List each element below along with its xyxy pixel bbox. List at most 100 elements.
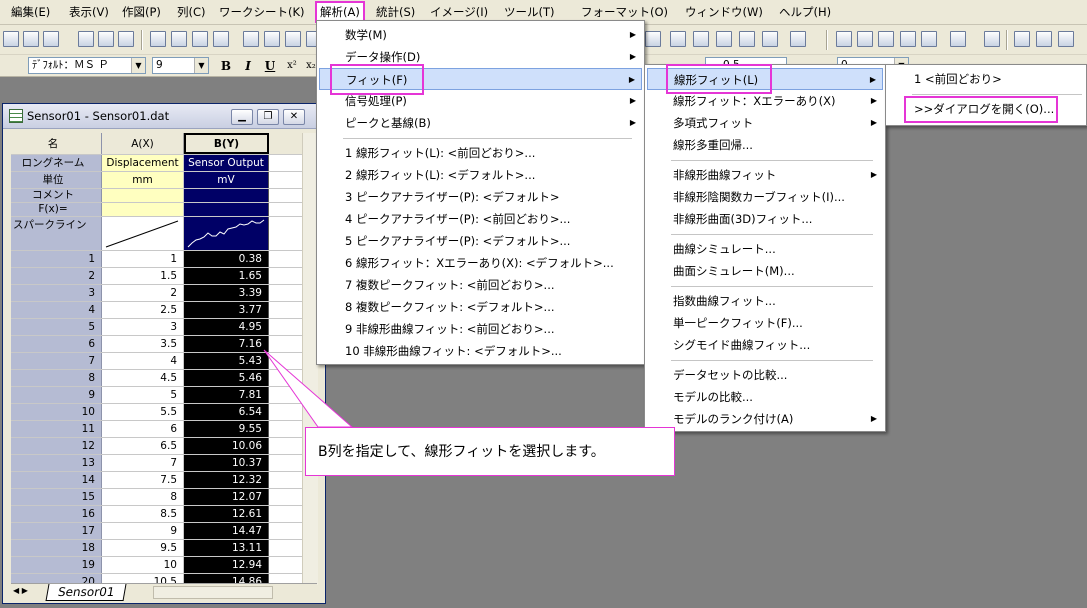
row-number[interactable]: 18 xyxy=(11,540,102,556)
cell-a[interactable]: 7.5 xyxy=(102,472,184,488)
fit-menu-item-5[interactable]: 非線形陰関数カーブフィット(I)... xyxy=(647,186,883,208)
cell-a[interactable]: 6 xyxy=(102,421,184,437)
cell-b[interactable]: 5.43 xyxy=(184,353,269,369)
fit-menu-item-9[interactable]: 指数曲線フィット... xyxy=(647,290,883,312)
menu-view[interactable]: 表示(V) xyxy=(66,2,112,22)
import-ascii-icon[interactable] xyxy=(264,31,280,47)
analysis-menu-item-5[interactable]: 1 線形フィット(L): <前回どおり>... xyxy=(319,142,642,164)
new-graph-icon[interactable] xyxy=(43,31,59,47)
cell-b[interactable]: 12.07 xyxy=(184,489,269,505)
new-worksheet-icon[interactable] xyxy=(23,31,39,47)
cell-a[interactable]: 1.5 xyxy=(102,268,184,284)
cell-b[interactable]: 6.54 xyxy=(184,404,269,420)
cell-a[interactable]: 3 xyxy=(102,319,184,335)
analysis-menu-item-11[interactable]: 7 複数ピークフィット: <前回どおり>... xyxy=(319,274,642,296)
cell-b[interactable]: 3.77 xyxy=(184,302,269,318)
superscript-button[interactable]: x² xyxy=(284,58,300,74)
analysis-menu-item-7[interactable]: 3 ピークアナライザー(P): <デフォルト> xyxy=(319,186,642,208)
row-number[interactable]: 6 xyxy=(11,336,102,352)
cell-b[interactable]: 10.06 xyxy=(184,438,269,454)
row-number[interactable]: 11 xyxy=(11,421,102,437)
cell-b[interactable]: 12.61 xyxy=(184,506,269,522)
cell-a[interactable]: 6.5 xyxy=(102,438,184,454)
menu-statistics[interactable]: 統計(S) xyxy=(373,2,418,22)
longname-b[interactable]: Sensor Output xyxy=(184,155,269,171)
new-project-icon[interactable] xyxy=(3,31,19,47)
cell-b[interactable]: 12.94 xyxy=(184,557,269,573)
code-builder-icon[interactable] xyxy=(762,31,778,47)
column-header-a[interactable]: A(X) xyxy=(102,133,184,154)
cell-a[interactable]: 7 xyxy=(102,455,184,471)
analysis-menu-item-9[interactable]: 5 ピークアナライザー(P): <デフォルト>... xyxy=(319,230,642,252)
cell-a[interactable]: 9.5 xyxy=(102,540,184,556)
minimize-button[interactable]: ▁ xyxy=(231,109,253,125)
cell-a[interactable]: 5 xyxy=(102,387,184,403)
row-number[interactable]: 5 xyxy=(11,319,102,335)
save-template-icon[interactable] xyxy=(213,31,229,47)
fit-menu-item-11[interactable]: シグモイド曲線フィット... xyxy=(647,334,883,356)
menu-tools[interactable]: ツール(T) xyxy=(501,2,558,22)
new-matrix-icon[interactable] xyxy=(78,31,94,47)
row-number[interactable]: 14 xyxy=(11,472,102,488)
row-number[interactable]: 15 xyxy=(11,489,102,505)
filter-clear-icon[interactable] xyxy=(1036,31,1052,47)
menu-edit[interactable]: 編集(E) xyxy=(8,2,53,22)
longname-a[interactable]: Displacement xyxy=(102,155,184,171)
fx-b[interactable] xyxy=(184,203,269,216)
cell-b[interactable]: 5.46 xyxy=(184,370,269,386)
fit-menu-item-13[interactable]: モデルの比較... xyxy=(647,386,883,408)
analysis-menu-item-0[interactable]: 数学(M) ▶ xyxy=(319,24,642,46)
close-button[interactable]: ✕ xyxy=(283,109,305,125)
zoom-in-icon[interactable] xyxy=(670,31,686,47)
frequency-icon[interactable] xyxy=(950,31,966,47)
cell-b[interactable]: 7.81 xyxy=(184,387,269,403)
cell-b[interactable]: 0.38 xyxy=(184,251,269,267)
restore-button[interactable]: ❐ xyxy=(257,109,279,125)
worksheet-titlebar[interactable]: Sensor01 - Sensor01.dat ▁ ❐ ✕ xyxy=(3,104,325,129)
analysis-menu-item-12[interactable]: 8 複数ピークフィット: <デフォルト>... xyxy=(319,296,642,318)
menu-item-last-used[interactable]: 1 <前回どおり> xyxy=(889,68,1081,90)
import-multiple-icon[interactable] xyxy=(285,31,301,47)
menu-worksheet[interactable]: ワークシート(K) xyxy=(216,2,308,22)
fx-a[interactable] xyxy=(102,203,184,216)
row-number[interactable]: 13 xyxy=(11,455,102,471)
analysis-menu-item-14[interactable]: 10 非線形曲線フィット: <デフォルト>... xyxy=(319,340,642,362)
sparkline-b[interactable] xyxy=(184,217,269,250)
row-number[interactable]: 19 xyxy=(11,557,102,573)
horizontal-scrollbar[interactable] xyxy=(153,586,273,599)
comment-b[interactable] xyxy=(184,189,269,202)
sort-ascending-icon[interactable] xyxy=(857,31,873,47)
cell-a[interactable]: 4.5 xyxy=(102,370,184,386)
underline-button[interactable]: U xyxy=(262,58,278,74)
font-select[interactable]: ﾃﾞﾌｫﾙﾄ：ＭＳ Ｐ ▼ xyxy=(28,57,146,74)
fit-menu-item-2[interactable]: 多項式フィット ▶ xyxy=(647,112,883,134)
cell-a[interactable]: 4 xyxy=(102,353,184,369)
cell-a[interactable]: 9 xyxy=(102,523,184,539)
cell-a[interactable]: 2.5 xyxy=(102,302,184,318)
filter-icon[interactable] xyxy=(1014,31,1030,47)
corner-cell[interactable]: 名 xyxy=(11,133,102,154)
cell-b[interactable]: 1.65 xyxy=(184,268,269,284)
fit-menu-item-4[interactable]: 非線形曲線フィット ▶ xyxy=(647,164,883,186)
statistics-icon[interactable] xyxy=(900,31,916,47)
row-number[interactable]: 4 xyxy=(11,302,102,318)
row-number[interactable]: 7 xyxy=(11,353,102,369)
fit-menu-item-6[interactable]: 非線形曲面(3D)フィット... xyxy=(647,208,883,230)
menu-image[interactable]: イメージ(I) xyxy=(427,2,491,22)
tab-scroll-left-icon[interactable]: ◀ ▶ xyxy=(13,586,28,595)
cell-b[interactable]: 9.55 xyxy=(184,421,269,437)
cell-a[interactable]: 10 xyxy=(102,557,184,573)
row-number[interactable]: 9 xyxy=(11,387,102,403)
import-icon[interactable] xyxy=(243,31,259,47)
fit-menu-item-3[interactable]: 線形多重回帰... xyxy=(647,134,883,156)
fit-menu-item-10[interactable]: 単一ピークフィット(F)... xyxy=(647,312,883,334)
zoom-out-icon[interactable] xyxy=(693,31,709,47)
column-sum-icon[interactable] xyxy=(836,31,852,47)
save-icon[interactable] xyxy=(192,31,208,47)
row-number[interactable]: 8 xyxy=(11,370,102,386)
add-column-icon[interactable] xyxy=(790,31,806,47)
row-number[interactable]: 3 xyxy=(11,285,102,301)
italic-button[interactable]: I xyxy=(240,58,256,74)
row-number[interactable]: 16 xyxy=(11,506,102,522)
command-window-icon[interactable] xyxy=(739,31,755,47)
